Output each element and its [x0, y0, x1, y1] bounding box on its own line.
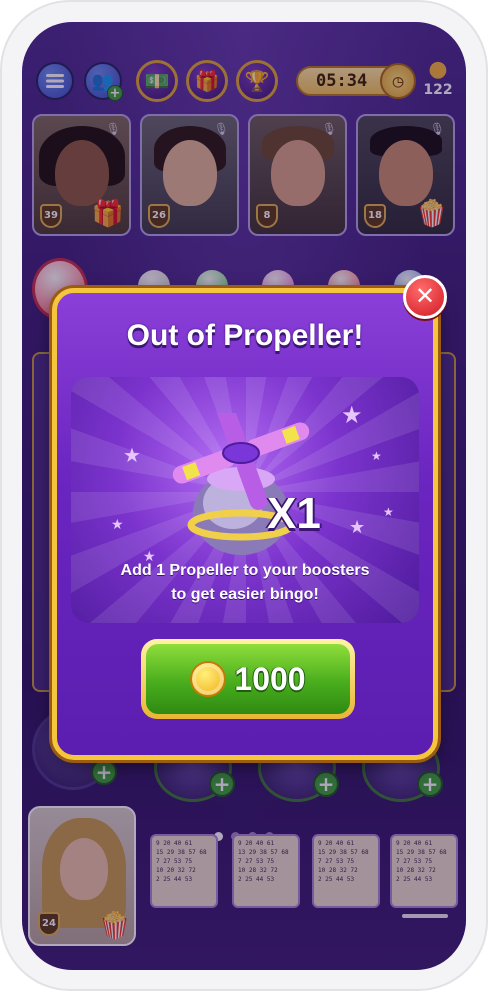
star-icon: ★	[349, 517, 366, 538]
game-screen: 👥 + 💵 🎁 🏆 05:34 ◷ ● 122 🎙 39 🎁 🎙 26 🎙 8 …	[22, 22, 466, 970]
coin-icon	[190, 661, 227, 697]
modal-description: Add 1 Propeller to your boosters to get …	[71, 559, 419, 607]
star-icon: ★	[371, 449, 382, 463]
reward-panel: ★ ★ ★ ★ ★ ★ ★ X1 Add 1 Propeller to your…	[71, 377, 419, 623]
description-line: to get easier bingo!	[171, 586, 319, 603]
price-label: 1000	[234, 660, 306, 697]
star-icon: ★	[123, 443, 141, 467]
phone-frame: 👥 + 💵 🎁 🏆 05:34 ◷ ● 122 🎙 39 🎁 🎙 26 🎙 8 …	[0, 0, 488, 991]
modal-title: Out of Propeller!	[126, 319, 364, 352]
out-of-booster-modal: Out of Propeller! ✕ ★ ★ ★ ★ ★ ★ ★ X1 Add…	[52, 275, 447, 760]
buy-button[interactable]: 1000	[141, 639, 355, 719]
star-icon: ★	[383, 505, 394, 519]
star-icon: ★	[111, 517, 124, 533]
buy-button-face: 1000	[146, 644, 350, 714]
propeller-icon	[172, 413, 310, 555]
close-icon: ✕	[414, 282, 436, 310]
close-button[interactable]: ✕	[403, 275, 447, 319]
description-line: Add 1 Propeller to your boosters	[120, 562, 370, 579]
quantity-label: X1	[267, 489, 321, 538]
star-icon: ★	[341, 401, 363, 429]
